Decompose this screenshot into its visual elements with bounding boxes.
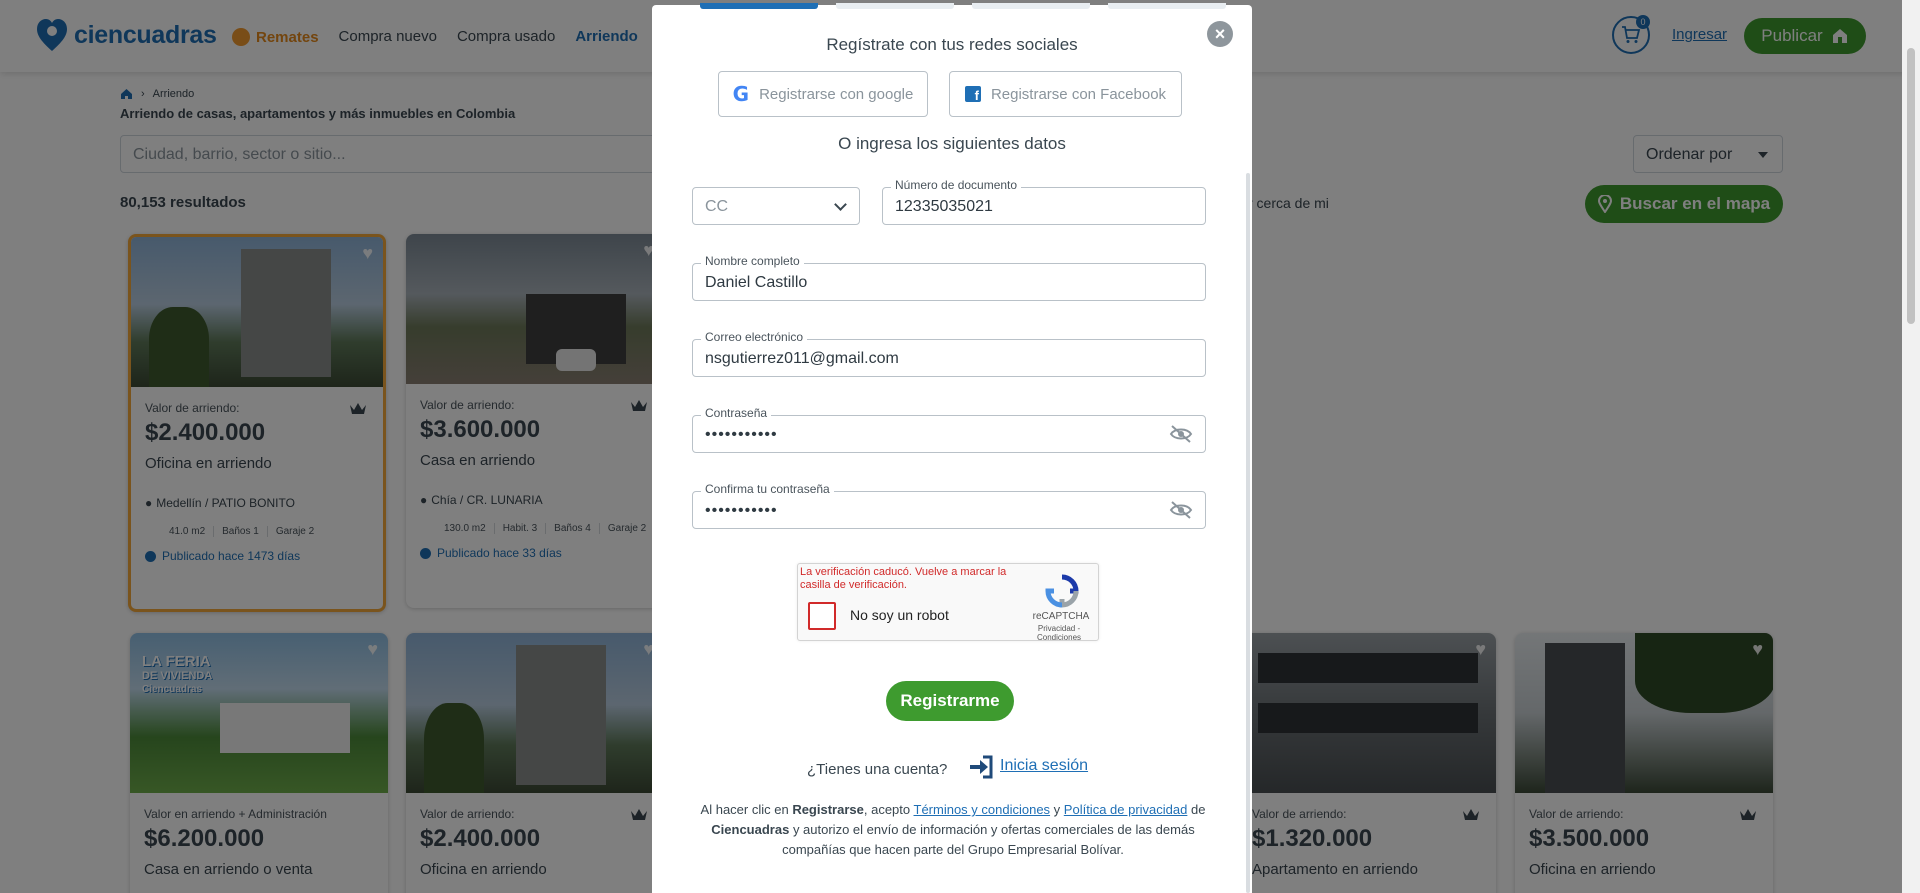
recaptcha-widget: La verificación caducó. Vuelve a marcar … xyxy=(797,563,1100,642)
recaptcha-logo-icon xyxy=(1045,574,1079,608)
eye-off-icon[interactable] xyxy=(1169,500,1193,520)
legal-bold: Registrarse xyxy=(792,802,864,817)
modal-scrollbar[interactable] xyxy=(1246,173,1250,893)
full-name-field[interactable]: Nombre completo Daniel Castillo xyxy=(692,254,1206,301)
google-register-button[interactable]: G Registrarse con google xyxy=(718,71,928,117)
legal-part: y xyxy=(1050,802,1064,817)
login-link[interactable]: Inicia sesión xyxy=(1000,757,1088,775)
register-modal: × Regístrate con tus redes sociales G Re… xyxy=(652,3,1252,893)
facebook-button-label: Registrarse con Facebook xyxy=(990,85,1167,103)
or-title: O ingresa los siguientes datos xyxy=(838,134,1066,153)
document-number-label: Número de documento xyxy=(891,178,1022,192)
password-field[interactable]: Contraseña ••••••••••• xyxy=(692,406,1206,453)
legal-part: de xyxy=(1187,802,1206,817)
document-type-select[interactable]: CC xyxy=(692,187,860,225)
confirm-password-field[interactable]: Confirma tu contraseña ••••••••••• xyxy=(692,482,1206,529)
document-number-value: 12335035021 xyxy=(895,198,993,215)
have-account-text: ¿Tienes una cuenta? xyxy=(807,761,948,778)
recaptcha-brand: reCAPTCHA xyxy=(1032,611,1090,622)
password-label: Contraseña xyxy=(701,406,772,420)
password-value: ••••••••••• xyxy=(705,426,778,443)
chevron-down-icon xyxy=(834,198,847,211)
email-label: Correo electrónico xyxy=(701,330,808,344)
privacy-link[interactable]: Política de privacidad xyxy=(1064,802,1188,817)
full-name-label: Nombre completo xyxy=(701,254,804,268)
captcha-label: No soy un robot xyxy=(850,607,949,623)
page-scrollbar[interactable] xyxy=(1902,0,1920,893)
social-title: Regístrate con tus redes sociales xyxy=(826,35,1078,54)
document-number-field[interactable]: Número de documento 12335035021 xyxy=(882,178,1206,225)
document-type-value: CC xyxy=(705,198,729,215)
modal-tabs xyxy=(700,3,1226,9)
sign-in-icon[interactable] xyxy=(968,755,994,779)
modal-tab-active[interactable] xyxy=(700,3,818,9)
google-button-label: Registrarse con google xyxy=(759,85,914,103)
email-value: nsgutierrez011@gmail.com xyxy=(705,350,899,367)
confirm-password-label: Confirma tu contraseña xyxy=(701,482,834,496)
captcha-error: La verificación caducó. Vuelve a marcar … xyxy=(800,566,1007,591)
register-submit-button[interactable]: Registrarme xyxy=(886,681,1014,721)
modal-tab[interactable] xyxy=(1108,3,1226,9)
confirm-password-value: ••••••••••• xyxy=(705,502,778,519)
modal-tab[interactable] xyxy=(972,3,1090,9)
eye-off-icon[interactable] xyxy=(1169,424,1193,444)
facebook-register-button[interactable]: f Registrarse con Facebook xyxy=(949,71,1182,117)
legal-part: y autorizo el envío de información y ofe… xyxy=(782,822,1195,857)
legal-bold: Ciencuadras xyxy=(711,822,790,837)
google-icon: G xyxy=(732,82,750,106)
terms-link[interactable]: Términos y condiciones xyxy=(914,802,1051,817)
full-name-value: Daniel Castillo xyxy=(705,274,808,291)
email-field[interactable]: Correo electrónico nsgutierrez011@gmail.… xyxy=(692,330,1206,377)
legal-part: Al hacer clic en xyxy=(700,802,793,817)
facebook-icon: f xyxy=(964,86,981,102)
modal-tab[interactable] xyxy=(836,3,954,9)
captcha-checkbox[interactable] xyxy=(808,602,836,630)
scrollbar-thumb[interactable] xyxy=(1907,48,1915,324)
legal-text: Al hacer clic en Registrarse, acepto Tér… xyxy=(690,800,1216,860)
recaptcha-links[interactable]: Privacidad - Condiciones xyxy=(1018,624,1100,642)
legal-part: , acepto xyxy=(863,802,914,817)
